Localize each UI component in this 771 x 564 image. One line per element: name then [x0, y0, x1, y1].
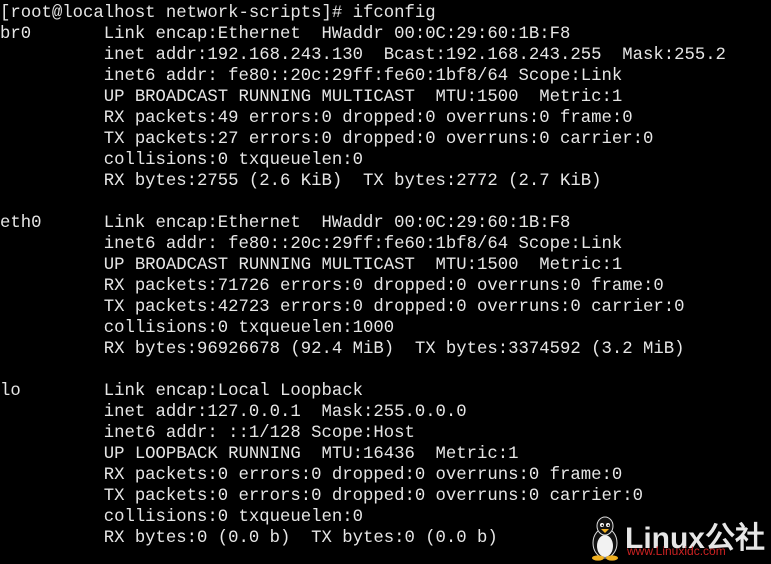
terminal-line: RX packets:71726 errors:0 dropped:0 over… [0, 277, 664, 296]
terminal-line: inet addr:192.168.243.130 Bcast:192.168.… [0, 46, 726, 65]
terminal-line: RX bytes:96926678 (92.4 MiB) TX bytes:33… [0, 340, 685, 359]
terminal-line: UP LOOPBACK RUNNING MTU:16436 Metric:1 [0, 445, 519, 464]
terminal-line: inet addr:127.0.0.1 Mask:255.0.0.0 [0, 403, 467, 422]
terminal-line: TX packets:0 errors:0 dropped:0 overruns… [0, 487, 643, 506]
terminal-line: TX packets:27 errors:0 dropped:0 overrun… [0, 130, 654, 149]
terminal-line: br0 Link encap:Ethernet HWaddr 00:0C:29:… [0, 25, 571, 44]
terminal-line: lo Link encap:Local Loopback [0, 382, 363, 401]
terminal-line: TX packets:42723 errors:0 dropped:0 over… [0, 298, 685, 317]
terminal-line: UP BROADCAST RUNNING MULTICAST MTU:1500 … [0, 88, 623, 107]
terminal-line: collisions:0 txqueuelen:0 [0, 151, 363, 170]
site-watermark: Linux公社 www.Linuxidc.com [587, 515, 767, 561]
terminal-line: inet6 addr: fe80::20c:29ff:fe60:1bf8/64 … [0, 235, 623, 254]
terminal-line: UP BROADCAST RUNNING MULTICAST MTU:1500 … [0, 256, 623, 275]
terminal-line: [root@localhost network-scripts]# ifconf… [0, 4, 436, 23]
terminal-line: RX packets:49 errors:0 dropped:0 overrun… [0, 109, 633, 128]
terminal-line: RX bytes:2755 (2.6 KiB) TX bytes:2772 (2… [0, 172, 602, 191]
terminal-line: collisions:0 txqueuelen:1000 [0, 319, 395, 338]
tux-penguin-icon [592, 516, 618, 561]
terminal-line: RX packets:0 errors:0 dropped:0 overruns… [0, 466, 623, 485]
watermark-url: www.Linuxidc.com [627, 544, 726, 558]
terminal-line: inet6 addr: fe80::20c:29ff:fe60:1bf8/64 … [0, 67, 623, 86]
terminal-line: eth0 Link encap:Ethernet HWaddr 00:0C:29… [0, 214, 571, 233]
terminal-output[interactable]: [root@localhost network-scripts]# ifconf… [0, 3, 771, 564]
terminal-line: inet6 addr: ::1/128 Scope:Host [0, 424, 415, 443]
